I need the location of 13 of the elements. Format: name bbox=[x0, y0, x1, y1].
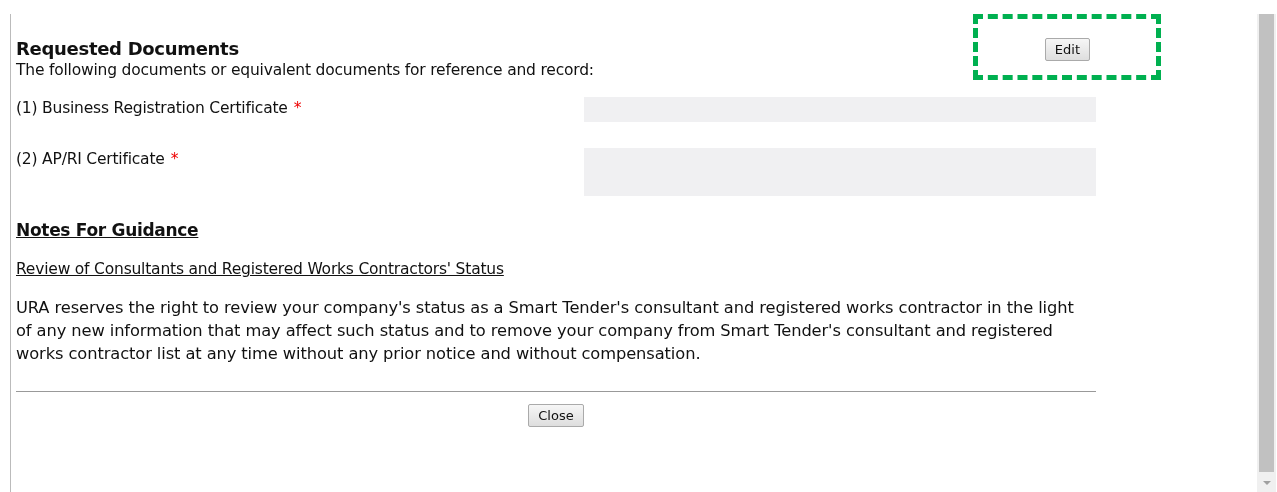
edit-button[interactable]: Edit bbox=[1044, 38, 1090, 61]
notes-title: Notes For Guidance bbox=[16, 220, 200, 240]
document-label: (1) Business Registration Certificate bbox=[16, 99, 288, 117]
required-mark: * bbox=[293, 99, 302, 117]
section-description: The following documents or equivalent documents for reference and record: bbox=[16, 61, 594, 79]
notes-subheading: Review of Consultants and Registered Works Contractors' Status bbox=[16, 260, 505, 278]
close-button[interactable]: Close bbox=[528, 404, 584, 427]
document-label: (2) AP/RI Certificate bbox=[16, 150, 165, 168]
scrollbar[interactable] bbox=[1257, 14, 1276, 492]
notes-paragraph: URA reserves the right to review your company's status as a Smart Tender's consultant and registered works contractor in the light of any new information that may affect such status and to remove your company from Smart Tender's consultant and registered works contractor list at any time without any prior notice and without compensation. bbox=[16, 297, 1075, 365]
section-title: Requested Documents bbox=[16, 38, 240, 59]
scroll-down-icon[interactable] bbox=[1262, 480, 1272, 486]
required-mark: * bbox=[170, 150, 179, 168]
